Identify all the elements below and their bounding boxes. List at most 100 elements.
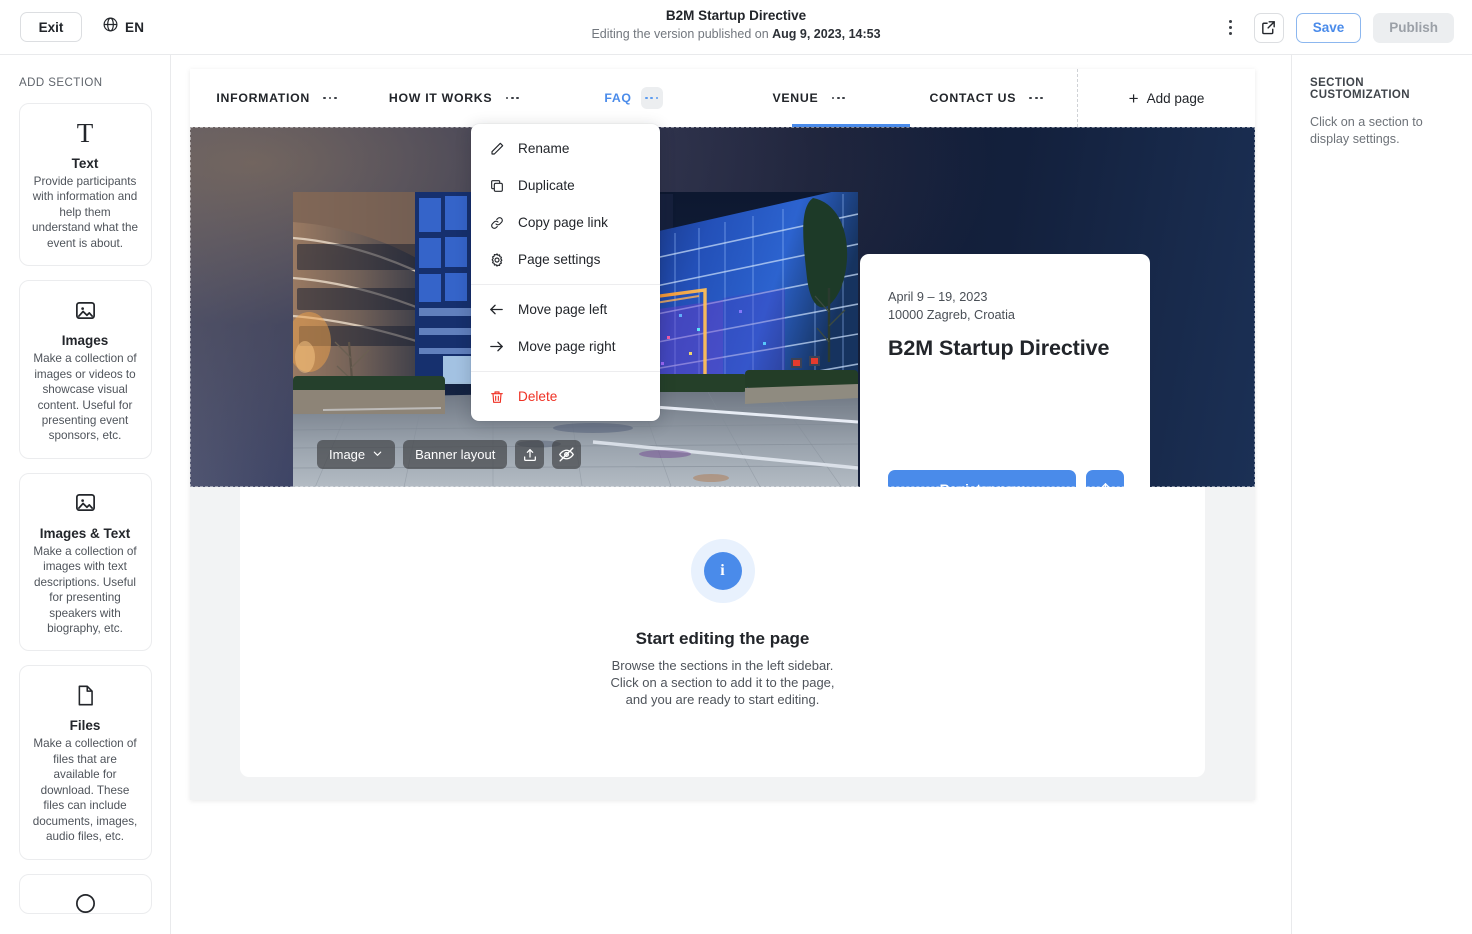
banner-info-card: April 9 – 19, 2023 10000 Zagreb, Croatia… xyxy=(860,254,1150,487)
page-tab-bar: INFORMATION HOW IT WORKS FAQ VENUE CONTA… xyxy=(190,69,1255,127)
globe-icon xyxy=(102,16,119,38)
page-tab-faq[interactable]: FAQ xyxy=(545,69,722,127)
context-menu-item-delete[interactable]: Delete xyxy=(471,378,660,415)
language-label: EN xyxy=(125,20,144,35)
empty-state-line-3: and you are ready to start editing. xyxy=(610,692,834,709)
context-menu-label: Duplicate xyxy=(518,178,575,193)
trash-icon xyxy=(488,388,505,405)
empty-state-line-2: Click on a section to add it to the page… xyxy=(610,675,834,692)
page-tab-information[interactable]: INFORMATION xyxy=(190,69,367,127)
more-horizontal-icon[interactable] xyxy=(501,87,523,109)
schedule-icon xyxy=(30,891,141,914)
exit-button[interactable]: Exit xyxy=(20,12,82,42)
add-page-label: Add page xyxy=(1147,91,1205,106)
top-toolbar-actions: Save Publish xyxy=(1220,0,1454,55)
add-section-sidebar: ADD SECTION T Text Provide participants … xyxy=(0,55,171,934)
arrow-right-icon xyxy=(488,338,505,355)
context-menu-label: Move page right xyxy=(518,339,615,354)
info-icon: i xyxy=(691,539,755,603)
file-icon xyxy=(30,682,141,708)
banner-cta-row: Register now xyxy=(888,470,1124,487)
save-button[interactable]: Save xyxy=(1296,13,1362,43)
context-menu-label: Delete xyxy=(518,389,557,404)
banner-type-dropdown[interactable]: Image xyxy=(317,440,395,469)
more-horizontal-icon[interactable] xyxy=(641,87,663,109)
exit-button-label: Exit xyxy=(39,20,64,35)
page-tab-how-it-works[interactable]: HOW IT WORKS xyxy=(367,69,544,127)
page-tab-label: FAQ xyxy=(604,91,631,105)
page-tab-label: VENUE xyxy=(772,91,818,105)
version-status-date: Aug 9, 2023, 14:53 xyxy=(772,27,880,41)
upload-icon[interactable] xyxy=(515,440,544,469)
sidebar-item-files[interactable]: Files Make a collection of files that ar… xyxy=(19,665,152,859)
duplicate-icon xyxy=(488,177,505,194)
context-menu-label: Page settings xyxy=(518,252,600,267)
sidebar-item-images[interactable]: Images Make a collection of images or vi… xyxy=(19,280,152,459)
banner-layout-button[interactable]: Banner layout xyxy=(403,440,507,469)
context-menu-item-move-page-right[interactable]: Move page right xyxy=(471,328,660,365)
context-menu-label: Rename xyxy=(518,141,569,156)
page-canvas: INFORMATION HOW IT WORKS FAQ VENUE CONTA… xyxy=(190,69,1255,800)
context-menu-item-duplicate[interactable]: Duplicate xyxy=(471,167,660,204)
banner-type-label: Image xyxy=(329,447,365,462)
empty-state-heading: Start editing the page xyxy=(636,629,810,649)
page-tab-label: HOW IT WORKS xyxy=(389,91,492,105)
publish-button[interactable]: Publish xyxy=(1373,13,1454,43)
gear-icon xyxy=(488,251,505,268)
section-card-description: Provide participants with information an… xyxy=(30,174,141,251)
section-card-title: Text xyxy=(30,156,141,171)
page-tab-label: INFORMATION xyxy=(216,91,310,105)
external-link-icon[interactable] xyxy=(1254,13,1284,43)
context-menu-label: Move page left xyxy=(518,302,607,317)
chevron-down-icon xyxy=(372,447,383,462)
sidebar-item-next-partial[interactable] xyxy=(19,874,152,914)
context-menu-separator xyxy=(471,284,660,285)
sidebar-heading: ADD SECTION xyxy=(19,77,170,89)
banner-image-toolbar: Image Banner layout xyxy=(317,440,581,469)
empty-state-line-1: Browse the sections in the left sidebar. xyxy=(610,658,834,675)
page-tab-venue[interactable]: VENUE xyxy=(722,69,899,127)
empty-state: i Start editing the page Browse the sect… xyxy=(240,487,1205,777)
page-context-menu: Rename Duplicate Copy page link xyxy=(471,124,660,421)
page-tab-contact-us[interactable]: CONTACT US xyxy=(900,69,1077,127)
event-dates: April 9 – 19, 2023 xyxy=(888,288,1122,306)
section-card-description: Make a collection of images or videos to… xyxy=(30,351,141,444)
top-toolbar: Exit EN B2M Startup Directive Editing th… xyxy=(0,0,1472,55)
version-status-prefix: Editing the version published on xyxy=(591,27,772,41)
publish-button-label: Publish xyxy=(1389,20,1438,35)
more-horizontal-icon[interactable] xyxy=(319,87,341,109)
active-tab-indicator xyxy=(792,124,910,127)
section-card-title: Images xyxy=(30,333,141,348)
language-switcher[interactable]: EN xyxy=(98,12,148,42)
link-icon xyxy=(488,214,505,231)
banner-section[interactable]: Image Banner layout xyxy=(190,127,1255,487)
info-badge-glyph: i xyxy=(704,552,742,590)
share-upload-icon[interactable] xyxy=(1086,470,1124,487)
context-menu-item-copy-page-link[interactable]: Copy page link xyxy=(471,204,660,241)
event-page-builder-window: Exit EN B2M Startup Directive Editing th… xyxy=(0,0,1472,934)
add-page-button[interactable]: + Add page xyxy=(1077,69,1255,127)
pencil-icon xyxy=(488,140,505,157)
sidebar-item-text[interactable]: T Text Provide participants with informa… xyxy=(19,103,152,266)
image-icon xyxy=(30,297,141,323)
context-menu-item-page-settings[interactable]: Page settings xyxy=(471,241,660,278)
more-vertical-icon[interactable] xyxy=(1220,14,1242,42)
more-horizontal-icon[interactable] xyxy=(1025,87,1047,109)
context-menu-item-rename[interactable]: Rename xyxy=(471,130,660,167)
context-menu-separator xyxy=(471,371,660,372)
more-horizontal-icon[interactable] xyxy=(827,87,849,109)
context-menu-item-move-page-left[interactable]: Move page left xyxy=(471,291,660,328)
section-card-title: Images & Text xyxy=(30,526,141,541)
section-card-description: Make a collection of files that are avai… xyxy=(30,736,141,844)
register-now-button[interactable]: Register now xyxy=(888,470,1076,487)
section-customization-hint: Click on a section to display settings. xyxy=(1310,114,1454,148)
eye-off-icon[interactable] xyxy=(552,440,581,469)
arrow-left-icon xyxy=(488,301,505,318)
section-card-description: Make a collection of images with text de… xyxy=(30,544,141,637)
page-tab-label: CONTACT US xyxy=(929,91,1016,105)
plus-icon: + xyxy=(1129,90,1139,107)
event-location: 10000 Zagreb, Croatia xyxy=(888,306,1122,324)
image-icon xyxy=(30,490,141,516)
sidebar-item-images-and-text[interactable]: Images & Text Make a collection of image… xyxy=(19,473,152,652)
section-customization-panel: SECTION CUSTOMIZATION Click on a section… xyxy=(1291,55,1472,934)
